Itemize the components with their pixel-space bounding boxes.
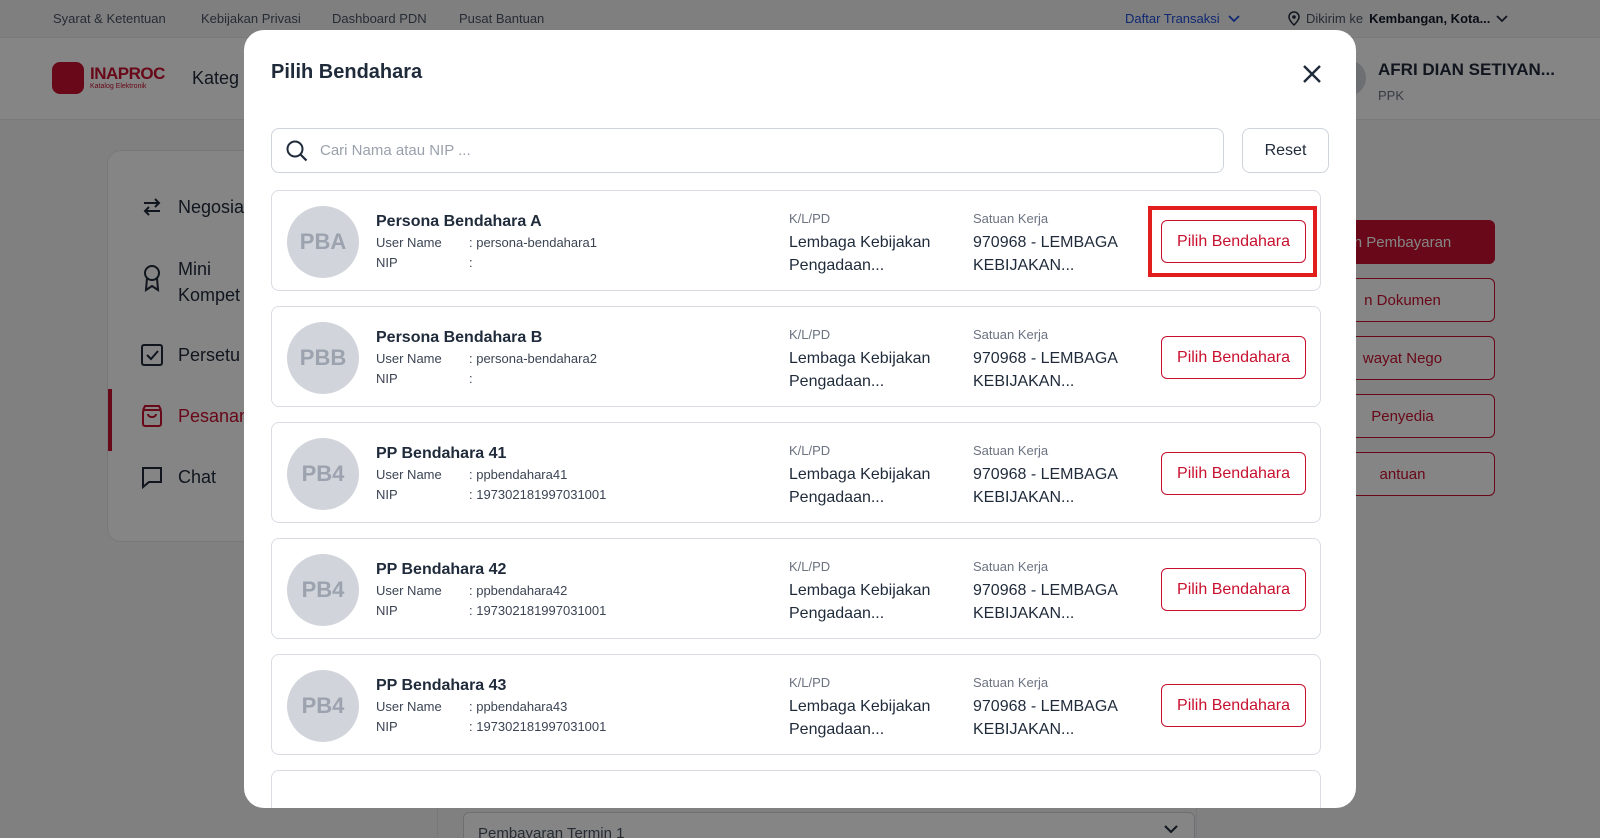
username-label: User Name [376,235,442,250]
username-value: : ppbendahara41 [469,467,568,482]
satker-value: 970968 - LEMBAGA KEBIJAKAN... [973,234,1118,274]
satker-label: Satuan Kerja [973,443,1049,458]
klpd-value: Lembaga Kebijakan Pengadaan... [789,234,931,274]
satker-value: 970968 - LEMBAGA KEBIJAKAN... [973,466,1118,506]
reset-button[interactable]: Reset [1242,128,1329,173]
pilih-bendahara-button[interactable]: Pilih Bendahara [1161,452,1306,495]
bendahara-list[interactable]: PBA Persona Bendahara A User Name : perso… [271,190,1321,808]
bendahara-name: PP Bendahara 41 [376,445,507,462]
bendahara-card: PB4 PP Bendahara 42 User Name : ppbendaha… [271,538,1321,639]
bendahara-card [271,770,1321,808]
bendahara-card: PB4 PP Bendahara 43 User Name : ppbendaha… [271,654,1321,755]
avatar: PBA [287,206,359,278]
close-icon [1303,65,1321,83]
satker-value: 970968 - LEMBAGA KEBIJAKAN... [973,698,1118,738]
username-value: : ppbendahara43 [469,699,568,714]
username-row: User Name : ppbendahara41 [376,467,567,482]
satker-value: 970968 - LEMBAGA KEBIJAKAN... [973,350,1118,390]
nip-label: NIP [376,487,398,502]
username-label: User Name [376,467,442,482]
username-label: User Name [376,351,442,366]
username-value: : ppbendahara42 [469,583,568,598]
bendahara-card: PBB Persona Bendahara B User Name : perso… [271,306,1321,407]
bendahara-name: Persona Bendahara A [376,213,542,230]
search-box [271,128,1224,173]
modal-title: Pilih Bendahara [271,61,423,83]
pilih-bendahara-button[interactable]: Pilih Bendahara [1161,568,1306,611]
nip-row: NIP : 197302181997031001 [376,487,606,502]
search-input[interactable] [320,142,1200,159]
nip-row: NIP : 197302181997031001 [376,603,606,618]
bendahara-card: PB4 PP Bendahara 41 User Name : ppbendaha… [271,422,1321,523]
nip-value: : 197302181997031001 [469,719,607,734]
bendahara-name: PP Bendahara 42 [376,561,507,578]
nip-row: NIP: [376,371,473,386]
klpd-label: K/L/PD [789,443,831,458]
username-value: : persona-bendahara2 [469,351,597,366]
satker-label: Satuan Kerja [973,211,1049,226]
username-row: User Name : ppbendahara42 [376,583,567,598]
bendahara-name: Persona Bendahara B [376,329,543,346]
username-row: User Name : ppbendahara43 [376,699,567,714]
username-label: User Name [376,583,442,598]
nip-label: NIP [376,255,398,270]
nip-value: : 197302181997031001 [469,603,607,618]
nip-value: : [469,371,473,386]
nip-label: NIP [376,719,398,734]
nip-label: NIP [376,371,398,386]
klpd-value: Lembaga Kebijakan Pengadaan... [789,350,931,390]
username-row: User Name : persona-bendahara2 [376,351,597,366]
username-row: User Name : persona-bendahara1 [376,235,597,250]
klpd-label: K/L/PD [789,327,831,342]
username-value: : persona-bendahara1 [469,235,597,250]
pilih-bendahara-button[interactable]: Pilih Bendahara [1161,684,1306,727]
klpd-label: K/L/PD [789,559,831,574]
klpd-value: Lembaga Kebijakan Pengadaan... [789,698,931,738]
avatar: PB4 [287,670,359,742]
close-button[interactable] [1298,60,1326,88]
klpd-label: K/L/PD [789,675,831,690]
avatar: PBB [287,322,359,394]
nip-row: NIP : 197302181997031001 [376,719,606,734]
highlight-box [1148,206,1317,277]
nip-value: : 197302181997031001 [469,487,607,502]
bendahara-card: PBA Persona Bendahara A User Name : perso… [271,190,1321,291]
username-label: User Name [376,699,442,714]
avatar: PB4 [287,438,359,510]
klpd-label: K/L/PD [789,211,831,226]
nip-value: : [469,255,473,270]
klpd-value: Lembaga Kebijakan Pengadaan... [789,466,931,506]
satker-label: Satuan Kerja [973,559,1049,574]
nip-label: NIP [376,603,398,618]
pilih-bendahara-button[interactable]: Pilih Bendahara [1161,336,1306,379]
satker-value: 970968 - LEMBAGA KEBIJAKAN... [973,582,1118,622]
klpd-value: Lembaga Kebijakan Pengadaan... [789,582,931,622]
pilih-bendahara-modal: Pilih Bendahara Reset PBA Persona Bendah… [244,30,1356,808]
bendahara-name: PP Bendahara 43 [376,677,507,694]
search-icon [286,140,308,161]
satker-label: Satuan Kerja [973,675,1049,690]
nip-row: NIP: [376,255,473,270]
avatar: PB4 [287,554,359,626]
satker-label: Satuan Kerja [973,327,1049,342]
